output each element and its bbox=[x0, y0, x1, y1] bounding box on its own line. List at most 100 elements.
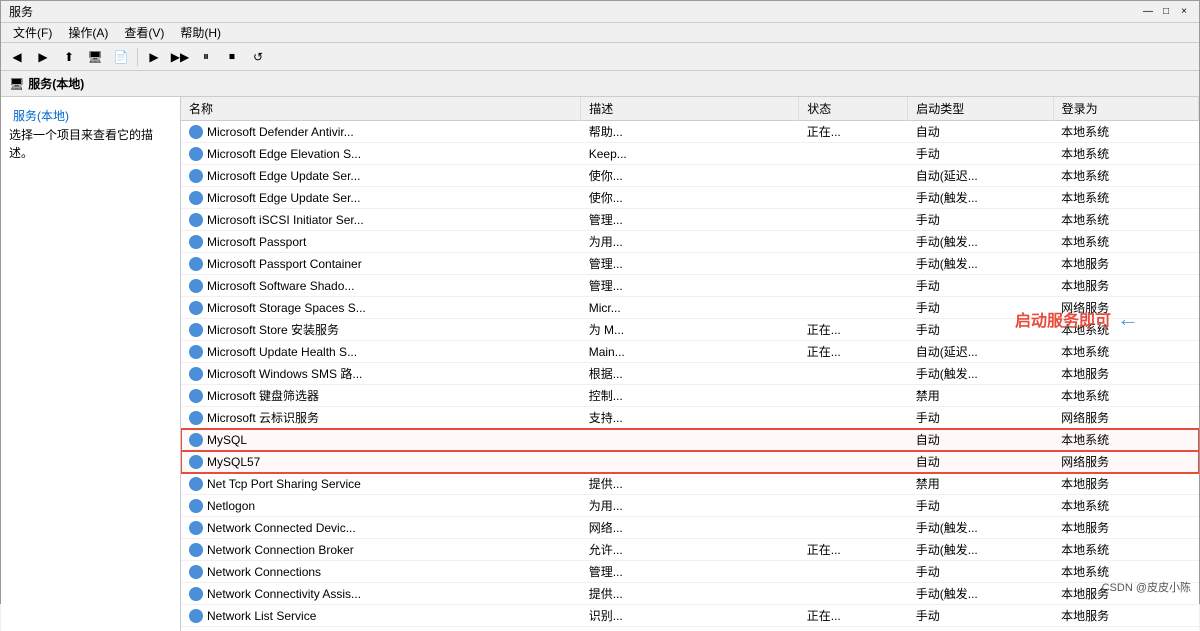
service-icon bbox=[189, 433, 203, 447]
service-status-cell bbox=[799, 363, 908, 385]
annotation: 启动服务即可 ← bbox=[1015, 306, 1139, 332]
table-row[interactable]: Microsoft Passport Container管理...手动(触发..… bbox=[181, 253, 1199, 275]
menu-help[interactable]: 帮助(H) bbox=[172, 22, 229, 43]
service-desc-cell: 为 M... bbox=[581, 319, 799, 341]
service-desc-cell: Keep... bbox=[581, 143, 799, 165]
service-login-cell: 本地服务 bbox=[1053, 605, 1198, 627]
stop-btn[interactable]: ⏹ bbox=[220, 46, 244, 68]
service-desc-cell bbox=[581, 429, 799, 451]
table-row[interactable]: Network Connection Broker允许...正在...手动(触发… bbox=[181, 539, 1199, 561]
service-login-cell: 本地系统 bbox=[1053, 539, 1198, 561]
menu-action[interactable]: 操作(A) bbox=[60, 22, 116, 43]
service-name-cell: MySQL bbox=[181, 429, 581, 451]
table-row[interactable]: Netlogon为用...手动本地系统 bbox=[181, 495, 1199, 517]
service-name-cell: Microsoft iSCSI Initiator Ser... bbox=[181, 209, 581, 231]
pause-btn[interactable]: ⏸ bbox=[194, 46, 218, 68]
service-icon bbox=[189, 235, 203, 249]
service-name-text: Microsoft iSCSI Initiator Ser... bbox=[207, 213, 364, 227]
table-row[interactable]: Microsoft iSCSI Initiator Ser...管理...手动本… bbox=[181, 209, 1199, 231]
service-login-cell: 本地系统 bbox=[1053, 165, 1198, 187]
col-header-status[interactable]: 状态 bbox=[799, 97, 908, 121]
col-header-login[interactable]: 登录为 bbox=[1053, 97, 1198, 121]
service-name-cell: Microsoft Windows SMS 路... bbox=[181, 363, 581, 385]
table-row[interactable]: Microsoft Passport为用...手动(触发...本地系统 bbox=[181, 231, 1199, 253]
table-row[interactable]: Microsoft Edge Elevation S...Keep...手动本地… bbox=[181, 143, 1199, 165]
service-status-cell: 正在... bbox=[799, 627, 908, 631]
service-name-text: MySQL57 bbox=[207, 455, 260, 469]
minimize-btn[interactable]: — bbox=[1141, 5, 1155, 19]
table-row[interactable]: Network Location Awarene...收集...正在...自动网… bbox=[181, 627, 1199, 631]
service-name-text: MySQL bbox=[207, 433, 247, 447]
service-name-cell: Microsoft Store 安装服务 bbox=[181, 319, 581, 341]
service-status-cell bbox=[799, 209, 908, 231]
table-row[interactable]: Microsoft 键盘筛选器控制...禁用本地系统 bbox=[181, 385, 1199, 407]
service-startup-cell: 自动(延迟... bbox=[908, 341, 1053, 363]
local-services-link[interactable]: 服务(本地) bbox=[9, 105, 172, 126]
service-status-cell: 正在... bbox=[799, 319, 908, 341]
service-login-cell: 本地系统 bbox=[1053, 209, 1198, 231]
table-row[interactable]: Network List Service识别...正在...手动本地服务 bbox=[181, 605, 1199, 627]
service-name-cell: Microsoft 云标识服务 bbox=[181, 407, 581, 429]
table-row[interactable]: Microsoft Edge Update Ser...使你...自动(延迟..… bbox=[181, 165, 1199, 187]
service-icon bbox=[189, 301, 203, 315]
services-table: 名称 描述 状态 启动类型 登录为 Microsoft Defender Ant… bbox=[181, 97, 1199, 631]
col-header-startup[interactable]: 启动类型 bbox=[908, 97, 1053, 121]
doc-btn[interactable]: 📄 bbox=[109, 46, 133, 68]
service-icon bbox=[189, 543, 203, 557]
service-name-text: Network Connection Broker bbox=[207, 543, 354, 557]
service-desc-cell: 提供... bbox=[581, 473, 799, 495]
computer-btn[interactable]: 🖥 bbox=[83, 46, 107, 68]
close-btn[interactable]: × bbox=[1177, 5, 1191, 19]
service-name-text: Microsoft Windows SMS 路... bbox=[207, 367, 362, 381]
table-row[interactable]: Microsoft Defender Antivir...帮助...正在...自… bbox=[181, 121, 1199, 143]
service-name-cell: Microsoft Defender Antivir... bbox=[181, 121, 581, 143]
service-startup-cell: 手动(触发... bbox=[908, 517, 1053, 539]
menu-view[interactable]: 查看(V) bbox=[116, 22, 172, 43]
table-row[interactable]: Microsoft Edge Update Ser...使你...手动(触发..… bbox=[181, 187, 1199, 209]
service-name-cell: Microsoft Storage Spaces S... bbox=[181, 297, 581, 319]
services-table-container[interactable]: 名称 描述 状态 启动类型 登录为 Microsoft Defender Ant… bbox=[181, 97, 1199, 631]
table-row[interactable]: Network Connections管理...手动本地系统 bbox=[181, 561, 1199, 583]
service-status-cell bbox=[799, 495, 908, 517]
col-header-name[interactable]: 名称 bbox=[181, 97, 581, 121]
table-row[interactable]: Microsoft Update Health S...Main...正在...… bbox=[181, 341, 1199, 363]
table-row[interactable]: Net Tcp Port Sharing Service提供...禁用本地服务 bbox=[181, 473, 1199, 495]
table-row[interactable]: MySQL57自动网络服务 bbox=[181, 451, 1199, 473]
menu-file[interactable]: 文件(F) bbox=[5, 22, 60, 43]
service-desc-cell: 帮助... bbox=[581, 121, 799, 143]
annotation-text: 启动服务即可 bbox=[1015, 307, 1111, 331]
table-row[interactable]: Network Connected Devic...网络...手动(触发...本… bbox=[181, 517, 1199, 539]
service-name-cell: Microsoft Software Shado... bbox=[181, 275, 581, 297]
service-name-cell: Microsoft 键盘筛选器 bbox=[181, 385, 581, 407]
fastforward-btn[interactable]: ▶▶ bbox=[168, 46, 192, 68]
service-icon bbox=[189, 477, 203, 491]
up-btn[interactable]: ⬆ bbox=[57, 46, 81, 68]
left-description: 选择一个项目来查看它的描述。 bbox=[9, 126, 172, 162]
service-login-cell: 本地系统 bbox=[1053, 121, 1198, 143]
maximize-btn[interactable]: □ bbox=[1159, 5, 1173, 19]
service-name-text: Net Tcp Port Sharing Service bbox=[207, 477, 361, 491]
table-row[interactable]: Network Connectivity Assis...提供...手动(触发.… bbox=[181, 583, 1199, 605]
title-bar: 服务 — □ × bbox=[1, 1, 1199, 23]
service-desc-cell: 管理... bbox=[581, 275, 799, 297]
table-row[interactable]: Microsoft Windows SMS 路...根据...手动(触发...本… bbox=[181, 363, 1199, 385]
forward-btn[interactable]: ▶ bbox=[31, 46, 55, 68]
service-icon bbox=[189, 609, 203, 623]
window: 服务 — □ × 文件(F) 操作(A) 查看(V) 帮助(H) ◀ ▶ ⬆ 🖥… bbox=[0, 0, 1200, 604]
service-icon bbox=[189, 213, 203, 227]
play-btn[interactable]: ▶ bbox=[142, 46, 166, 68]
table-row[interactable]: Microsoft Software Shado...管理...手动本地服务 bbox=[181, 275, 1199, 297]
table-row[interactable]: Microsoft 云标识服务支持...手动网络服务 bbox=[181, 407, 1199, 429]
service-name-text: Network Connectivity Assis... bbox=[207, 587, 361, 601]
back-btn[interactable]: ◀ bbox=[5, 46, 29, 68]
service-startup-cell: 手动 bbox=[908, 495, 1053, 517]
service-status-cell bbox=[799, 429, 908, 451]
table-row[interactable]: MySQL自动本地系统 bbox=[181, 429, 1199, 451]
service-status-cell bbox=[799, 165, 908, 187]
service-status-cell: 正在... bbox=[799, 341, 908, 363]
col-header-desc[interactable]: 描述 bbox=[581, 97, 799, 121]
service-login-cell: 本地服务 bbox=[1053, 517, 1198, 539]
service-login-cell: 本地系统 bbox=[1053, 187, 1198, 209]
restart-btn[interactable]: ↺ bbox=[246, 46, 270, 68]
service-desc-cell: 识别... bbox=[581, 605, 799, 627]
